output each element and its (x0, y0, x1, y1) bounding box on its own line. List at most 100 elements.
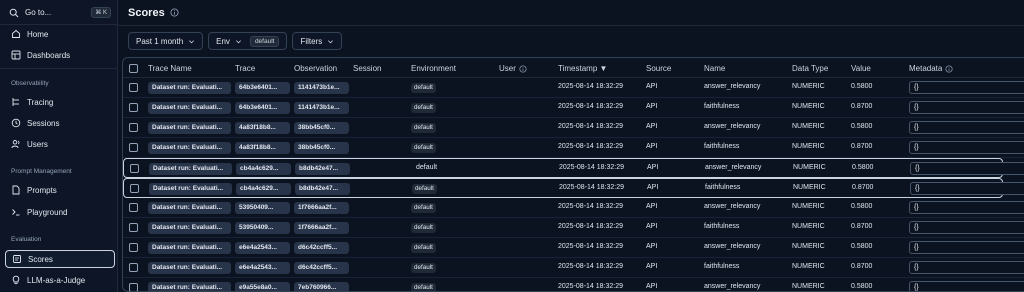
trace-id-link[interactable]: 64b3e6401... (235, 102, 290, 114)
environment-badge: default (411, 263, 436, 273)
sidebar-item-dashboards[interactable]: Dashboards (5, 46, 115, 64)
column-header-value[interactable]: Value (851, 64, 871, 73)
metadata-cell[interactable]: {} (909, 201, 1024, 214)
select-all-checkbox[interactable] (129, 64, 138, 73)
column-header-trace-name[interactable]: Trace Name (148, 64, 192, 73)
metadata-cell[interactable]: {} (909, 81, 1024, 94)
row-checkbox[interactable] (129, 83, 138, 92)
row-checkbox[interactable] (129, 243, 138, 252)
data-type-cell: NUMERIC (792, 283, 825, 290)
trace-name-link[interactable]: Dataset run: Evaluati... (148, 82, 231, 94)
trace-name-link[interactable]: Dataset run: Evaluati... (149, 163, 232, 175)
table-row[interactable]: Dataset run: Evaluati... 53950409... 1f7… (123, 218, 1024, 238)
trace-id-link[interactable]: e9a55e8a0... (235, 282, 290, 291)
trace-name-link[interactable]: Dataset run: Evaluati... (148, 242, 231, 254)
score-name-cell: answer_relevancy (704, 203, 761, 210)
table-row[interactable]: Dataset run: Evaluati... cb4a4c629... b8… (123, 178, 1024, 198)
trace-name-link[interactable]: Dataset run: Evaluati... (148, 282, 231, 291)
table-row[interactable]: Dataset run: Evaluati... cb4a4c629... b8… (123, 158, 1024, 178)
trace-id-link[interactable]: 4a83f18b8... (235, 142, 290, 154)
sidebar-item-scores[interactable]: Scores (5, 250, 115, 268)
column-header-environment[interactable]: Environment (411, 64, 456, 73)
column-header-trace[interactable]: Trace (235, 64, 255, 73)
observation-id-link[interactable]: d6c42ccff5... (294, 262, 349, 274)
column-header-name[interactable]: Name (704, 64, 725, 73)
row-checkbox[interactable] (129, 103, 138, 112)
trace-id-link[interactable]: 4a83f18b8... (235, 122, 290, 134)
row-checkbox[interactable] (130, 164, 139, 173)
observation-id-link[interactable]: 1141473b1e... (294, 102, 349, 114)
metadata-cell[interactable]: {} (909, 141, 1024, 154)
observation-id-link[interactable]: 1f7666aa2f... (294, 202, 349, 214)
observation-id-link[interactable]: 38bb45cf0... (294, 142, 349, 154)
table-row[interactable]: Dataset run: Evaluati... 64b3e6401... 11… (123, 98, 1024, 118)
row-checkbox[interactable] (129, 203, 138, 212)
source-cell: API (646, 83, 658, 90)
info-icon[interactable] (170, 8, 179, 17)
row-checkbox[interactable] (129, 283, 138, 291)
observation-id-link[interactable]: 38bb45cf0... (294, 122, 349, 134)
metadata-cell[interactable]: {} (910, 162, 1024, 175)
environment-select[interactable]: Env default (208, 32, 288, 50)
source-cell: API (646, 203, 658, 210)
column-header-observation[interactable]: Observation (294, 64, 337, 73)
observation-id-link[interactable]: 1f7666aa2f... (294, 222, 349, 234)
row-checkbox[interactable] (129, 263, 138, 272)
trace-name-link[interactable]: Dataset run: Evaluati... (149, 183, 232, 195)
trace-name-link[interactable]: Dataset run: Evaluati... (148, 122, 231, 134)
trace-name-link[interactable]: Dataset run: Evaluati... (148, 222, 231, 234)
metadata-cell[interactable]: {} (909, 281, 1024, 291)
sidebar-item-playground[interactable]: Playground (5, 203, 115, 221)
trace-name-link[interactable]: Dataset run: Evaluati... (148, 102, 231, 114)
observation-id-link[interactable]: d6c42ccff5... (294, 242, 349, 254)
column-header-metadata[interactable]: Metadata (909, 64, 953, 73)
column-header-user[interactable]: User (499, 64, 527, 73)
row-checkbox[interactable] (129, 123, 138, 132)
column-header-session[interactable]: Session (353, 64, 381, 73)
trace-id-link[interactable]: 53950409... (235, 222, 290, 234)
sidebar-item-users[interactable]: Users (5, 135, 115, 153)
metadata-cell[interactable]: {} (909, 121, 1024, 134)
table-row[interactable]: Dataset run: Evaluati... 53950409... 1f7… (123, 198, 1024, 218)
trace-id-link[interactable]: 53950409... (235, 202, 290, 214)
sidebar-item-prompts[interactable]: Prompts (5, 181, 115, 199)
trace-name-link[interactable]: Dataset run: Evaluati... (148, 202, 231, 214)
trace-id-link[interactable]: e6e4a2543... (235, 242, 290, 254)
column-header-source[interactable]: Source (646, 64, 671, 73)
column-header-data-type[interactable]: Data Type (792, 64, 828, 73)
metadata-cell[interactable]: {} (909, 261, 1024, 274)
trace-name-link[interactable]: Dataset run: Evaluati... (148, 142, 231, 154)
table-row[interactable]: Dataset run: Evaluati... e6e4a2543... d6… (123, 258, 1024, 278)
row-checkbox[interactable] (130, 184, 139, 193)
table-row[interactable]: Dataset run: Evaluati... 64b3e6401... 11… (123, 78, 1024, 98)
column-header-timestamp[interactable]: Timestamp ▼ (558, 64, 607, 73)
table-row[interactable]: Dataset run: Evaluati... 4a83f18b8... 38… (123, 138, 1024, 158)
sidebar-item-llm-as-a-judge[interactable]: LLM-as-a-Judge (5, 271, 115, 289)
goto-search-button[interactable]: Go to... ⌘ K (5, 4, 115, 21)
trace-id-link[interactable]: 64b3e6401... (235, 82, 290, 94)
date-range-select[interactable]: Past 1 month (128, 32, 204, 50)
trace-id-link[interactable]: cb4a4c629... (236, 163, 291, 175)
row-checkbox[interactable] (129, 143, 138, 152)
observation-id-link[interactable]: 7eb760966... (294, 282, 349, 291)
metadata-cell[interactable]: {} (909, 101, 1024, 114)
trace-id-link[interactable]: e6e4a2543... (235, 262, 290, 274)
filters-button[interactable]: Filters (292, 32, 343, 50)
sidebar-item-home[interactable]: Home (5, 25, 115, 43)
row-checkbox[interactable] (129, 223, 138, 232)
observation-id-link[interactable]: b8db42e47... (295, 183, 350, 195)
dashboard-icon (11, 50, 21, 60)
trace-id-link[interactable]: cb4a4c629... (236, 183, 291, 195)
trace-name-link[interactable]: Dataset run: Evaluati... (148, 262, 231, 274)
table-row[interactable]: Dataset run: Evaluati... e9a55e8a0... 7e… (123, 278, 1024, 291)
environment-badge: default (411, 123, 436, 133)
metadata-cell[interactable]: {} (909, 241, 1024, 254)
sidebar-item-sessions[interactable]: Sessions (5, 114, 115, 132)
metadata-cell[interactable]: {} (910, 182, 1024, 195)
observation-id-link[interactable]: b8db42e47... (295, 163, 350, 175)
metadata-cell[interactable]: {} (909, 221, 1024, 234)
sidebar-item-tracing[interactable]: Tracing (5, 93, 115, 111)
table-row[interactable]: Dataset run: Evaluati... 4a83f18b8... 38… (123, 118, 1024, 138)
table-row[interactable]: Dataset run: Evaluati... e6e4a2543... d6… (123, 238, 1024, 258)
observation-id-link[interactable]: 1141473b1e... (294, 82, 349, 94)
